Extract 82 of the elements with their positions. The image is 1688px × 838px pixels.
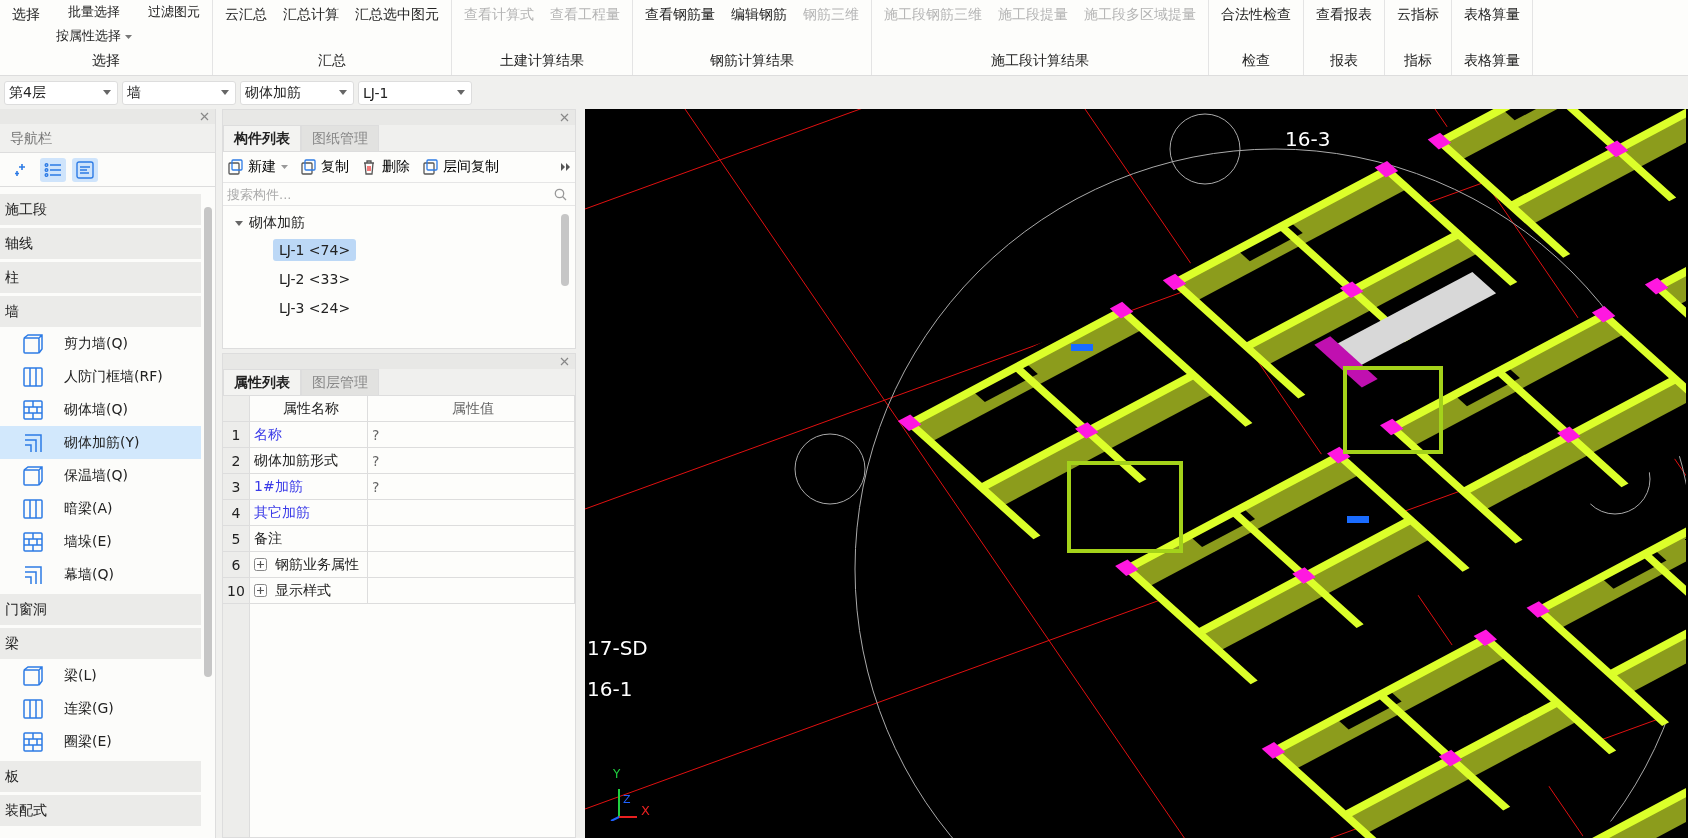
- row-number: 3: [223, 474, 250, 499]
- nav-section[interactable]: 门窗洞: [0, 594, 201, 625]
- nav-item[interactable]: 连梁(G): [0, 692, 201, 725]
- ribbon-group-label: 汇总: [317, 51, 347, 70]
- grid-axis-label: 17-SD: [587, 636, 648, 660]
- nav-item[interactable]: 幕墙(Q): [0, 558, 201, 591]
- row-number: 10: [223, 578, 250, 603]
- ribbon-button[interactable]: 编辑钢筋: [729, 6, 789, 24]
- row-number: 1: [223, 422, 250, 447]
- property-name: 砌体加筋形式: [254, 451, 338, 470]
- search-field[interactable]: 搜索构件...: [225, 185, 554, 203]
- property-name: 显示样式: [275, 581, 331, 600]
- property-name: 备注: [254, 529, 282, 548]
- row-number: 5: [223, 526, 250, 551]
- ribbon-button[interactable]: 选择: [10, 6, 42, 24]
- row-number: 6: [223, 552, 250, 577]
- ribbon-group-label: 报表: [1329, 51, 1359, 70]
- nav-section[interactable]: 轴线: [0, 228, 201, 259]
- ribbon-button[interactable]: 云汇总: [223, 6, 269, 24]
- ribbon-button[interactable]: 合法性检查: [1219, 6, 1293, 24]
- ribbon-group-label: 施工段计算结果: [990, 51, 1090, 70]
- row-number: 4: [223, 500, 250, 525]
- nav-section[interactable]: 板: [0, 761, 201, 792]
- dropdown[interactable]: 墙: [122, 80, 236, 105]
- nav-section[interactable]: 梁: [0, 628, 201, 659]
- property-value[interactable]: ?: [372, 426, 380, 443]
- axis-label: X: [641, 803, 650, 818]
- property-name: 其它加筋: [254, 503, 310, 522]
- property-name: 名称: [254, 425, 282, 444]
- ribbon-button[interactable]: 查看报表: [1314, 6, 1374, 24]
- nav-item[interactable]: 暗梁(A): [0, 492, 201, 525]
- grid-axis-label: 16-1: [587, 677, 633, 701]
- nav-item[interactable]: 梁(L): [0, 659, 201, 692]
- tree-item[interactable]: LJ-2 <33>: [273, 267, 357, 290]
- nav-section[interactable]: 柱: [0, 262, 201, 293]
- nav-item[interactable]: 圈梁(E): [0, 725, 201, 758]
- property-value[interactable]: ?: [372, 478, 380, 495]
- property-name: 1#加筋: [254, 477, 303, 496]
- nav-item[interactable]: 墙垛(E): [0, 525, 201, 558]
- ribbon-button[interactable]: 汇总选中图元: [353, 6, 441, 24]
- nav-item[interactable]: 剪力墙(Q): [0, 327, 201, 360]
- tree-item[interactable]: LJ-3 <24>: [273, 296, 357, 319]
- tree-item[interactable]: LJ-1 <74>: [273, 238, 357, 261]
- tab[interactable]: 属性列表: [223, 369, 301, 395]
- ribbon-group-label: 钢筋计算结果: [709, 51, 795, 70]
- nav-item[interactable]: 砌体墙(Q): [0, 393, 201, 426]
- ribbon-group-label: 土建计算结果: [499, 51, 585, 70]
- panel-title: 导航栏: [0, 124, 215, 153]
- column-header: 属性值: [368, 396, 575, 421]
- toolbar-button[interactable]: 删除: [361, 158, 410, 176]
- ribbon-button[interactable]: 按属性选择: [54, 27, 134, 45]
- column-header: 属性名称: [250, 396, 368, 421]
- property-value[interactable]: ?: [372, 452, 380, 469]
- grid-axis-label: 16-3: [1285, 127, 1331, 151]
- nav-item[interactable]: 人防门框墙(RF): [0, 360, 201, 393]
- toolbar-button[interactable]: 复制: [300, 158, 349, 176]
- nav-item[interactable]: 砌体加筋(Y): [0, 426, 201, 459]
- ribbon-group-label: 表格算量: [1463, 51, 1521, 70]
- ribbon-button[interactable]: 过滤图元: [146, 3, 202, 21]
- ribbon-group-label: 检查: [1241, 51, 1271, 70]
- ribbon-button[interactable]: 查看钢筋量: [643, 6, 717, 24]
- ribbon-button[interactable]: 表格算量: [1462, 6, 1522, 24]
- toolbar-button[interactable]: 新建: [227, 158, 288, 176]
- nav-item[interactable]: 保温墙(Q): [0, 459, 201, 492]
- dropdown[interactable]: LJ-1: [358, 80, 472, 105]
- tab[interactable]: 构件列表: [223, 125, 301, 151]
- nav-section[interactable]: 墙: [0, 296, 201, 327]
- nav-section[interactable]: 装配式: [0, 795, 201, 826]
- ribbon-group-label: 指标: [1403, 51, 1433, 70]
- ribbon-button[interactable]: 汇总计算: [281, 6, 341, 24]
- ribbon-button[interactable]: 批量选择: [54, 3, 134, 21]
- dropdown[interactable]: 第4层: [4, 80, 118, 105]
- row-number: 2: [223, 448, 250, 473]
- axis-label: Y: [613, 767, 621, 781]
- dropdown[interactable]: 砌体加筋: [240, 80, 354, 105]
- ribbon-group-label: 选择: [91, 51, 121, 70]
- axis-label: Z: [623, 793, 631, 806]
- ribbon-button[interactable]: 云指标: [1395, 6, 1441, 24]
- toolbar-button[interactable]: 层间复制: [422, 158, 499, 176]
- nav-section[interactable]: 施工段: [0, 194, 201, 225]
- property-name: 钢筋业务属性: [275, 555, 359, 574]
- tree-node[interactable]: 砌体加筋: [223, 210, 575, 235]
